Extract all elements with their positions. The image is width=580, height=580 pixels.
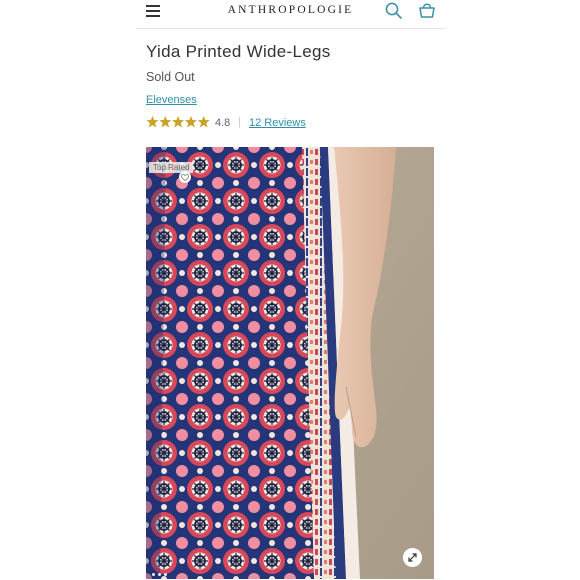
divider: |	[238, 116, 241, 128]
product-image[interactable]: Top Rated	[146, 147, 434, 579]
shopping-bag-icon[interactable]	[417, 0, 437, 20]
top-navigation-bar: ANTHROPOLOGIE	[136, 0, 445, 29]
carousel-dot[interactable]	[152, 573, 155, 576]
carousel-dot[interactable]	[158, 573, 161, 576]
brand-link[interactable]: Elevenses	[146, 94, 197, 106]
reviews-link[interactable]: 12 Reviews	[249, 117, 306, 129]
rating-value: 4.8	[215, 117, 231, 129]
star-rating-icon	[146, 116, 210, 128]
phone-frame: ANTHROPOLOGIE Yida Printed Wide-Legs Sol…	[136, 0, 445, 580]
expand-arrows-icon[interactable]	[403, 548, 422, 567]
search-icon[interactable]	[384, 1, 404, 21]
product-title: Yida Printed Wide-Legs	[146, 42, 331, 61]
carousel-dot[interactable]	[164, 573, 167, 576]
carousel-dots[interactable]	[152, 563, 182, 576]
heart-icon[interactable]	[179, 171, 191, 183]
availability-status: Sold Out	[146, 70, 195, 84]
product-photo-pants	[146, 147, 434, 579]
